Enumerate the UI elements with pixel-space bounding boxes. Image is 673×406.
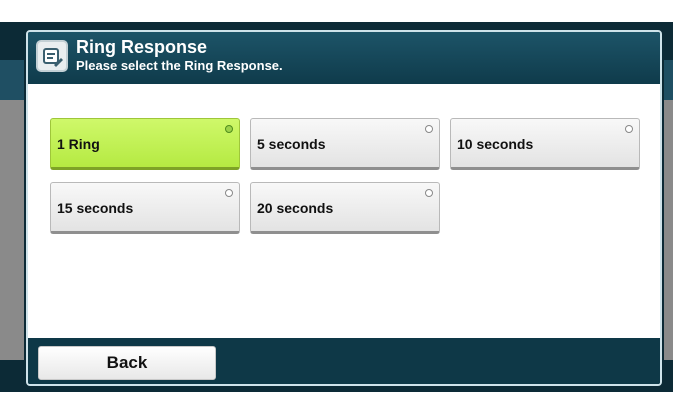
radio-unselected-icon [225,189,233,197]
option-5-seconds[interactable]: 5 seconds [250,118,440,170]
right-side-band [664,60,673,100]
radio-unselected-icon [625,125,633,133]
radio-unselected-icon [425,189,433,197]
option-label: 20 seconds [257,200,334,216]
option-label: 1 Ring [57,136,100,152]
option-label: 10 seconds [457,136,534,152]
screen: Ring Response Please select the Ring Res… [0,0,673,406]
option-15-seconds[interactable]: 15 seconds [50,182,240,234]
left-side-grey [0,100,24,360]
option-10-seconds[interactable]: 10 seconds [450,118,640,170]
options-area: 1 Ring 5 seconds 10 seconds 15 seconds 2… [28,84,660,338]
panel-footer: Back [28,338,660,384]
right-side-grey [664,100,673,360]
left-side-band [0,60,24,100]
bottom-margin [0,392,673,406]
top-margin [0,0,673,22]
option-1-ring[interactable]: 1 Ring [50,118,240,170]
fax-settings-icon [36,40,68,72]
option-label: 5 seconds [257,136,326,152]
panel-header: Ring Response Please select the Ring Res… [28,32,660,84]
option-label: 15 seconds [57,200,134,216]
back-button[interactable]: Back [38,346,216,380]
option-20-seconds[interactable]: 20 seconds [250,182,440,234]
page-subtitle: Please select the Ring Response. [76,58,283,73]
radio-selected-icon [225,125,233,133]
page-title: Ring Response [76,37,208,57]
radio-unselected-icon [425,125,433,133]
ring-response-panel: Ring Response Please select the Ring Res… [26,30,662,386]
